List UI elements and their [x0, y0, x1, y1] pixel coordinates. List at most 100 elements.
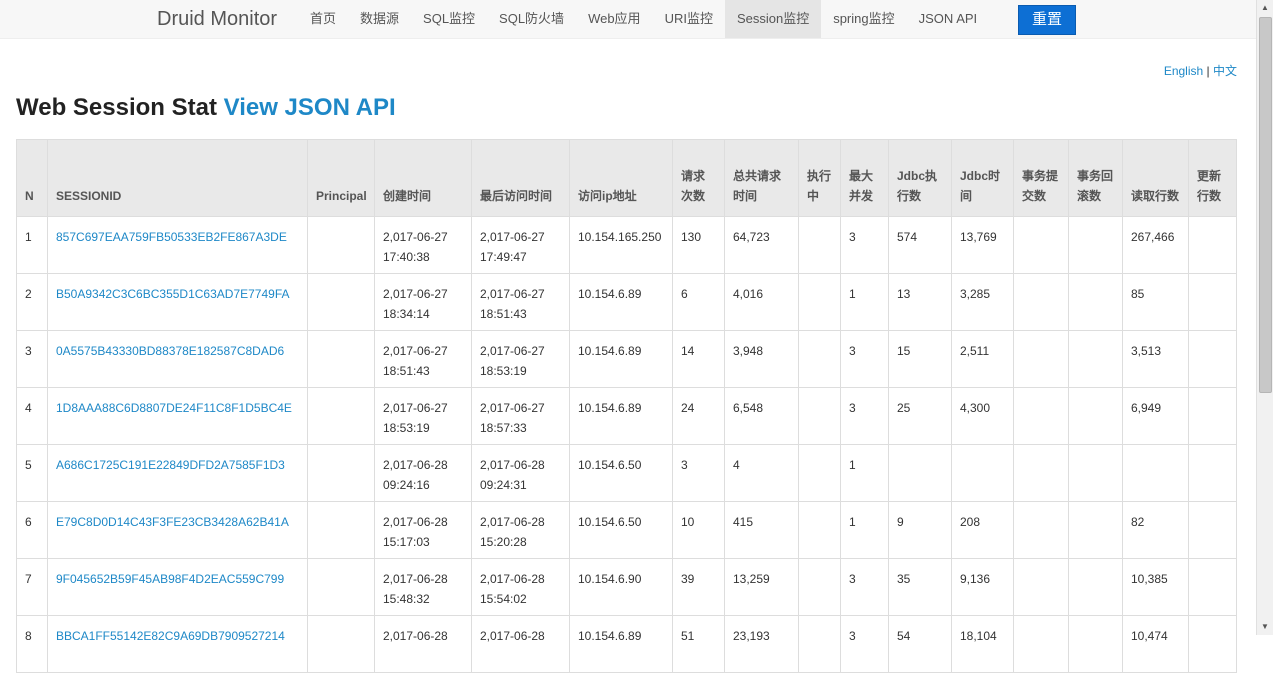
- table-cell-tx-rollback: [1068, 216, 1123, 274]
- page-title: Web Session Stat View JSON API: [16, 94, 396, 122]
- table-cell-tx-commit: [1013, 558, 1069, 616]
- table-cell-last: 2,017-06-27 18:51:43: [471, 273, 570, 331]
- created-date: 2,017-06-28: [383, 515, 448, 529]
- table-cell-id: 9F045652B59F45AB98F4D2EAC559C799: [47, 558, 308, 616]
- column-header[interactable]: 最后访问时间: [471, 139, 570, 217]
- table-cell-req: 3: [672, 444, 725, 502]
- table-cell-principal: [307, 216, 375, 274]
- table-cell-running: [798, 387, 841, 445]
- table-cell-last: 2,017-06-28: [471, 615, 570, 673]
- table-cell-total: 4: [724, 444, 799, 502]
- table-cell-id: 1D8AAA88C6D8807DE24F11C8F1D5BC4E: [47, 387, 308, 445]
- nav-item-datasource[interactable]: 数据源: [348, 0, 411, 38]
- table-cell-total: 13,259: [724, 558, 799, 616]
- session-id-link[interactable]: A686C1725C191E22849DFD2A7585F1D3: [56, 458, 285, 472]
- table-cell-maxc: 3: [840, 330, 889, 388]
- table-row: 4 1D8AAA88C6D8807DE24F11C8F1D5BC4E 2,017-0…: [16, 387, 1237, 445]
- table-cell-principal: [307, 558, 375, 616]
- column-header[interactable]: 访问ip地址: [569, 139, 673, 217]
- table-cell-update-rows: [1188, 330, 1237, 388]
- created-date: 2,017-06-28: [383, 458, 448, 472]
- nav-item-sql-monitor[interactable]: SQL监控: [411, 0, 487, 38]
- last-time: 18:51:43: [480, 307, 527, 321]
- scrollbar-thumb[interactable]: [1259, 17, 1272, 393]
- session-id-link[interactable]: B50A9342C3C6BC355D1C63AD7E7749FA: [56, 287, 290, 301]
- column-header[interactable]: 最大并发: [840, 139, 889, 217]
- table-cell-id: A686C1725C191E22849DFD2A7585F1D3: [47, 444, 308, 502]
- table-cell-jdbc-exec: 574: [888, 216, 952, 274]
- table-cell-ip: 10.154.6.50: [569, 444, 673, 502]
- column-header[interactable]: 创建时间: [374, 139, 472, 217]
- column-header[interactable]: Jdbc时间: [951, 139, 1014, 217]
- table-cell-id: BBCA1FF55142E82C9A69DB7909527214: [47, 615, 308, 673]
- column-header[interactable]: N: [16, 139, 48, 217]
- table-cell-last: 2,017-06-28 15:20:28: [471, 501, 570, 559]
- table-cell-update-rows: [1188, 501, 1237, 559]
- vertical-scrollbar[interactable]: ▲ ▼: [1256, 0, 1273, 635]
- last-date: 2,017-06-27: [480, 344, 545, 358]
- column-header[interactable]: 事务回滚数: [1068, 139, 1123, 217]
- table-cell-req: 39: [672, 558, 725, 616]
- created-time: 15:48:32: [383, 592, 430, 606]
- session-id-link[interactable]: 0A5575B43330BD88378E182587C8DAD6: [56, 344, 284, 358]
- table-cell-n: 4: [16, 387, 48, 445]
- language-switch: English | 中文: [1164, 62, 1237, 79]
- column-header[interactable]: 执行中: [798, 139, 841, 217]
- column-header[interactable]: Principal: [307, 139, 375, 217]
- created-date: 2,017-06-27: [383, 230, 448, 244]
- nav-item-json-api[interactable]: JSON API: [907, 0, 990, 38]
- arrow-down-icon[interactable]: ▼: [1257, 619, 1273, 635]
- nav-item-home[interactable]: 首页: [298, 0, 348, 38]
- nav-menu: 首页 数据源 SQL监控 SQL防火墙 Web应用 URI监控 Session监…: [298, 0, 989, 38]
- session-id-link[interactable]: 1D8AAA88C6D8807DE24F11C8F1D5BC4E: [56, 401, 292, 415]
- table-cell-read-rows: 3,513: [1122, 330, 1189, 388]
- column-header[interactable]: 事务提交数: [1013, 139, 1069, 217]
- nav-item-web-app[interactable]: Web应用: [576, 0, 653, 38]
- table-cell-jdbc-time: 9,136: [951, 558, 1014, 616]
- nav-item-spring-monitor[interactable]: spring监控: [821, 0, 906, 38]
- table-cell-total: 3,948: [724, 330, 799, 388]
- table-cell-update-rows: [1188, 615, 1237, 673]
- nav-item-uri-monitor[interactable]: URI监控: [653, 0, 725, 38]
- table-cell-running: [798, 273, 841, 331]
- created-time: 17:40:38: [383, 250, 430, 264]
- table-cell-n: 2: [16, 273, 48, 331]
- table-cell-jdbc-time: 4,300: [951, 387, 1014, 445]
- reset-button[interactable]: 重置: [1018, 5, 1076, 35]
- last-time: 15:20:28: [480, 535, 527, 549]
- column-header[interactable]: SESSIONID: [47, 139, 308, 217]
- nav-item-sql-firewall[interactable]: SQL防火墙: [487, 0, 576, 38]
- table-cell-principal: [307, 387, 375, 445]
- column-header[interactable]: 读取行数: [1122, 139, 1189, 217]
- nav-item-session-monitor[interactable]: Session监控: [724, 0, 822, 38]
- table-cell-maxc: 3: [840, 216, 889, 274]
- column-header[interactable]: 更新行数: [1188, 139, 1237, 217]
- view-json-api-link[interactable]: View JSON API: [224, 94, 396, 121]
- session-id-link[interactable]: BBCA1FF55142E82C9A69DB7909527214: [56, 629, 285, 643]
- lang-english-link[interactable]: English: [1164, 64, 1203, 78]
- column-header[interactable]: 请求次数: [672, 139, 725, 217]
- table-cell-n: 3: [16, 330, 48, 388]
- column-header[interactable]: Jdbc执行数: [888, 139, 952, 217]
- table-cell-update-rows: [1188, 387, 1237, 445]
- table-cell-id: E79C8D0D14C43F3FE23CB3428A62B41A: [47, 501, 308, 559]
- session-id-link[interactable]: E79C8D0D14C43F3FE23CB3428A62B41A: [56, 515, 289, 529]
- arrow-up-icon[interactable]: ▲: [1257, 0, 1273, 16]
- lang-chinese-link[interactable]: 中文: [1213, 64, 1237, 78]
- table-cell-tx-commit: [1013, 501, 1069, 559]
- column-header[interactable]: 总共请求时间: [724, 139, 799, 217]
- table-cell-tx-commit: [1013, 330, 1069, 388]
- table-cell-read-rows: [1122, 444, 1189, 502]
- table-cell-total: 415: [724, 501, 799, 559]
- table-cell-running: [798, 501, 841, 559]
- table-cell-update-rows: [1188, 273, 1237, 331]
- session-id-link[interactable]: 857C697EAA759FB50533EB2FE867A3DE: [56, 230, 287, 244]
- table-cell-n: 7: [16, 558, 48, 616]
- table-cell-jdbc-exec: 25: [888, 387, 952, 445]
- table-cell-jdbc-time: 208: [951, 501, 1014, 559]
- session-id-link[interactable]: 9F045652B59F45AB98F4D2EAC559C799: [56, 572, 284, 586]
- brand-title[interactable]: Druid Monitor: [157, 8, 277, 31]
- table-cell-tx-rollback: [1068, 330, 1123, 388]
- table-cell-maxc: 3: [840, 387, 889, 445]
- table-cell-tx-commit: [1013, 615, 1069, 673]
